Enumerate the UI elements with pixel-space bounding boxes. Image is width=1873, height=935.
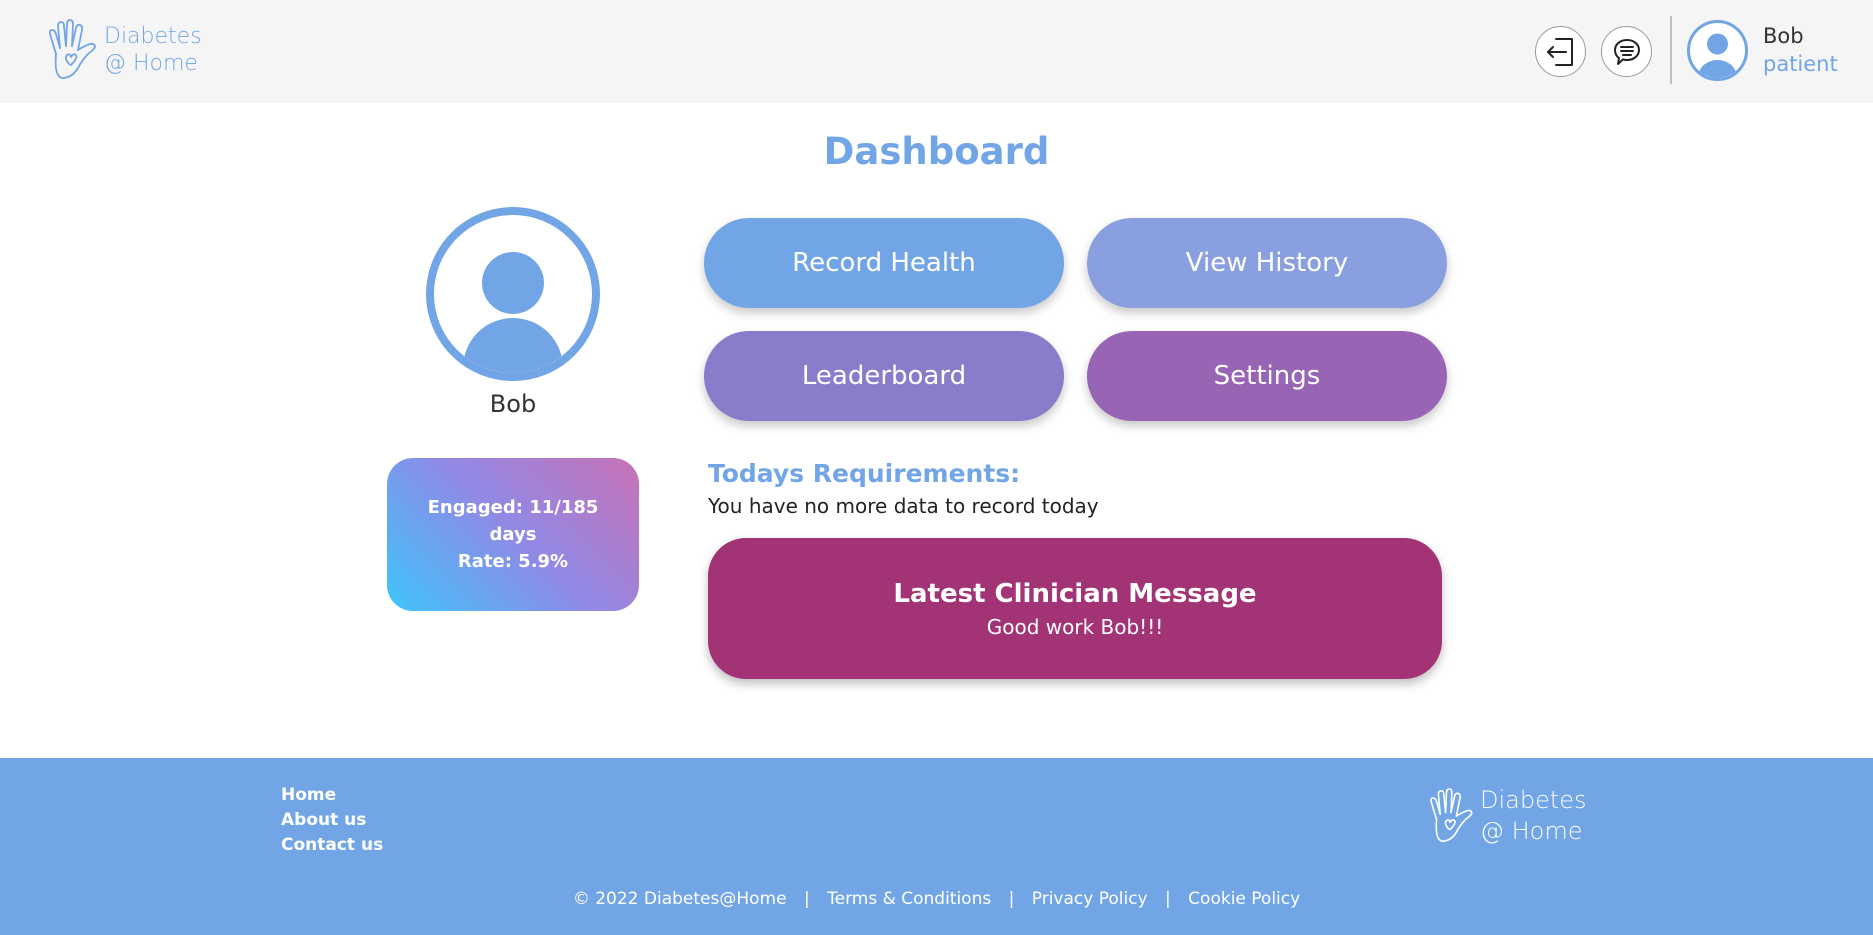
chat-bubble-icon: [1613, 38, 1640, 65]
page-title: Dashboard: [823, 130, 1050, 173]
footer-brand-logo: Diabetes @ Home: [1424, 785, 1587, 847]
footer-brand-line-1: Diabetes: [1480, 786, 1587, 814]
clinician-message-body: Good work Bob!!!: [986, 614, 1164, 639]
record-health-button[interactable]: Record Health: [704, 218, 1064, 308]
header-avatar[interactable]: [1687, 20, 1748, 81]
footer-separator: |: [1165, 889, 1171, 909]
leaderboard-button[interactable]: Leaderboard: [704, 331, 1064, 421]
logout-icon: [1546, 37, 1573, 66]
settings-button[interactable]: Settings: [1087, 331, 1447, 421]
engagement-stats-card: Engaged: 11/185 days Rate: 5.9%: [387, 458, 639, 611]
hand-heart-logo-icon: [48, 19, 96, 79]
header-user-role: patient: [1763, 52, 1838, 76]
engagement-rate: Rate: 5.9%: [457, 551, 569, 572]
clinician-message-card: Latest Clinician Message Good work Bob!!…: [708, 538, 1442, 679]
footer-links: Home About us Contact us: [281, 783, 383, 858]
profile-avatar: [426, 207, 600, 381]
profile-name: Bob: [489, 390, 537, 418]
header-divider: [1670, 16, 1672, 84]
footer-link-about[interactable]: About us: [281, 808, 383, 833]
copyright-text: © 2022 Diabetes@Home: [572, 889, 787, 909]
footer-link-contact[interactable]: Contact us: [281, 833, 383, 858]
user-avatar-icon: [1698, 33, 1737, 78]
terms-link[interactable]: Terms & Conditions: [827, 889, 991, 909]
cookie-link[interactable]: Cookie Policy: [1188, 889, 1300, 909]
footer-separator: |: [803, 889, 810, 909]
brand-name: Diabetes @ Home: [104, 23, 202, 77]
requirements-title: Todays Requirements:: [708, 459, 1021, 488]
view-history-button[interactable]: View History: [1087, 218, 1447, 308]
footer-brand-name: Diabetes @ Home: [1480, 785, 1587, 847]
privacy-link[interactable]: Privacy Policy: [1032, 889, 1148, 909]
requirements-text: You have no more data to record today: [708, 494, 1099, 518]
header-user-name: Bob: [1763, 24, 1804, 48]
brand-line-1: Diabetes: [104, 24, 202, 49]
engaged-days: Engaged: 11/185 days: [427, 497, 599, 545]
footer-separator: |: [1008, 889, 1015, 909]
hand-heart-logo-icon: [1430, 788, 1473, 843]
footer-link-home[interactable]: Home: [281, 783, 383, 808]
logout-button[interactable]: [1535, 26, 1586, 77]
footer-legal-bar: © 2022 Diabetes@Home | Terms & Condition…: [0, 889, 1873, 909]
clinician-message-title: Latest Clinician Message: [893, 578, 1257, 609]
footer: Home About us Contact us Diabetes @ Home…: [0, 758, 1873, 935]
brand-logo[interactable]: Diabetes @ Home: [42, 18, 202, 82]
brand-line-2: @ Home: [104, 51, 198, 76]
footer-brand-line-2: @ Home: [1480, 817, 1583, 845]
user-avatar-icon: [463, 252, 563, 373]
messages-button[interactable]: [1601, 26, 1652, 77]
header-bar: Diabetes @ Home Bob patient: [0, 0, 1873, 103]
